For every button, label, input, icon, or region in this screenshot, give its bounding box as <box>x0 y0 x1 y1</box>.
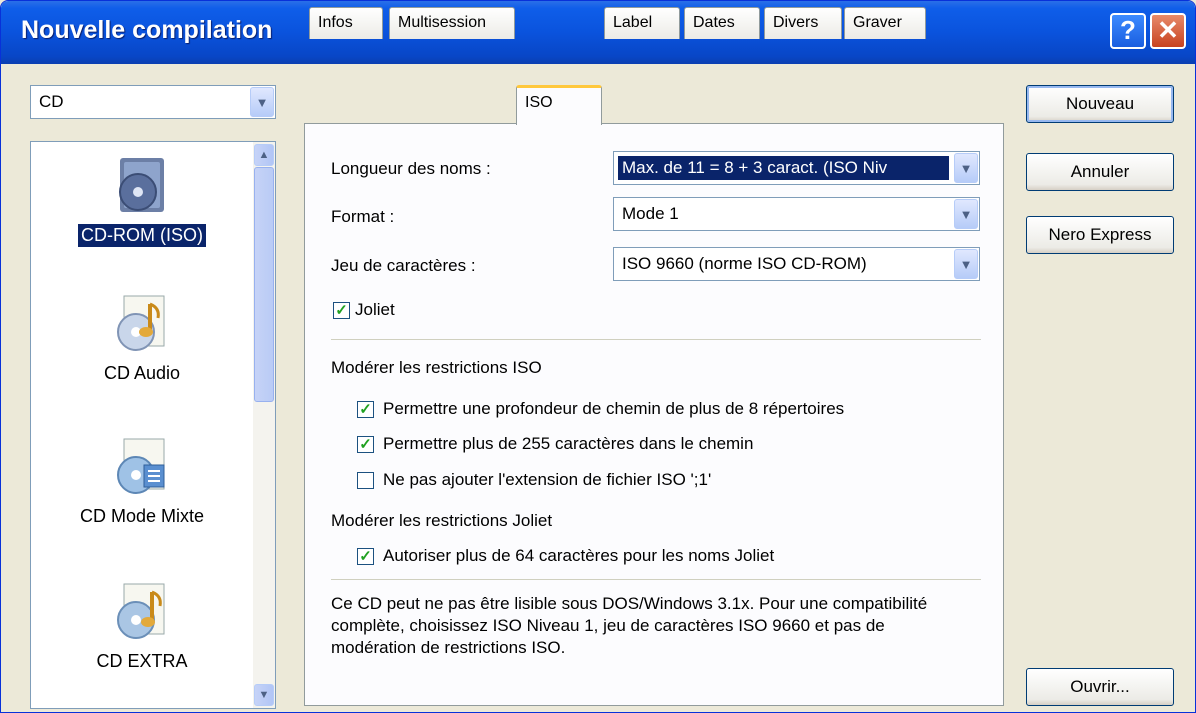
new-button[interactable]: Nouveau <box>1026 85 1174 123</box>
format-label: Format : <box>331 207 395 226</box>
separator <box>331 339 981 340</box>
list-item[interactable]: CD Mode Mixte <box>31 435 253 528</box>
separator <box>331 579 981 580</box>
window-title: Nouvelle compilation <box>21 16 273 44</box>
disc-type-select[interactable]: CD ▼ <box>30 85 276 119</box>
tab-infos[interactable]: Infos <box>309 7 383 39</box>
charset-select[interactable]: ISO 9660 (norme ISO CD-ROM) ▼ <box>613 247 980 281</box>
list-item-label: CD Mode Mixte <box>79 506 205 526</box>
open-button[interactable]: Ouvrir... <box>1026 668 1174 706</box>
close-button[interactable]: ✕ <box>1150 13 1186 49</box>
disc-type-value: CD <box>39 92 64 111</box>
title-bar[interactable]: Nouvelle compilation ? ✕ <box>1 1 1195 64</box>
path-depth-checkbox[interactable]: ✓ <box>357 401 374 418</box>
path-depth-label: Permettre une profondeur de chemin de pl… <box>383 399 845 418</box>
list-item[interactable]: CD Audio <box>31 292 253 385</box>
compatibility-note: Ce CD peut ne pas être lisible sous DOS/… <box>331 594 928 657</box>
nero-express-button[interactable]: Nero Express <box>1026 216 1174 254</box>
cd-rom-iso-icon <box>110 154 174 218</box>
tab-divers[interactable]: Divers <box>764 7 842 39</box>
list-item-label: CD-ROM (ISO) <box>78 224 206 247</box>
joliet-label: Joliet <box>355 300 395 319</box>
scroll-down-icon[interactable]: ▼ <box>254 684 274 706</box>
cd-extra-icon <box>110 580 174 644</box>
chevron-down-icon[interactable]: ▼ <box>954 249 978 279</box>
list-item-label: CD Audio <box>103 363 181 383</box>
path-length-checkbox[interactable]: ✓ <box>357 436 374 453</box>
format-value: Mode 1 <box>622 204 679 223</box>
joliet-checkbox[interactable]: ✓ <box>333 302 350 319</box>
cd-mixed-mode-icon <box>110 435 174 499</box>
list-item[interactable]: CD EXTRA <box>31 580 253 673</box>
list-item-label: CD EXTRA <box>96 651 188 671</box>
name-length-value: Max. de 11 = 8 + 3 caract. (ISO Niv <box>618 156 949 180</box>
tab-dates[interactable]: Dates <box>684 7 760 39</box>
chevron-down-icon[interactable]: ▼ <box>954 199 978 229</box>
tab-graver[interactable]: Graver <box>844 7 926 39</box>
chevron-down-icon[interactable]: ▼ <box>954 153 978 183</box>
relax-iso-title: Modérer les restrictions ISO <box>331 358 542 377</box>
scroll-up-icon[interactable]: ▲ <box>254 144 274 166</box>
name-length-select[interactable]: Max. de 11 = 8 + 3 caract. (ISO Niv ▼ <box>613 151 980 185</box>
nouvelle-compilation-dialog: Nouvelle compilation ? ✕ CD ▼ CD-ROM (IS… <box>0 0 1196 713</box>
format-select[interactable]: Mode 1 ▼ <box>613 197 980 231</box>
charset-label: Jeu de caractères : <box>331 256 476 275</box>
charset-value: ISO 9660 (norme ISO CD-ROM) <box>622 254 867 273</box>
tab-multisession[interactable]: Multisession <box>389 7 515 39</box>
path-length-label: Permettre plus de 255 caractères dans le… <box>383 434 754 453</box>
list-item[interactable]: CD-ROM (ISO) <box>31 154 253 247</box>
tab-iso[interactable]: ISO <box>516 85 602 125</box>
no-iso-extension-label: Ne pas ajouter l'extension de fichier IS… <box>383 470 712 489</box>
cd-audio-icon <box>110 292 174 356</box>
joliet-long-names-checkbox[interactable]: ✓ <box>357 548 374 565</box>
joliet-long-names-label: Autoriser plus de 64 caractères pour les… <box>383 546 775 565</box>
no-iso-extension-checkbox[interactable] <box>357 472 374 489</box>
help-button[interactable]: ? <box>1110 13 1146 49</box>
project-type-list[interactable]: CD-ROM (ISO) CD Audio CD Mode Mixte CD E… <box>30 141 276 709</box>
list-scrollbar[interactable]: ▲ ▼ <box>253 142 275 708</box>
scroll-thumb[interactable] <box>254 167 274 402</box>
relax-joliet-title: Modérer les restrictions Joliet <box>331 511 553 530</box>
chevron-down-icon[interactable]: ▼ <box>250 87 274 117</box>
cancel-button[interactable]: Annuler <box>1026 153 1174 191</box>
name-length-label: Longueur des noms : <box>331 159 491 178</box>
tab-label[interactable]: Label <box>604 7 680 39</box>
